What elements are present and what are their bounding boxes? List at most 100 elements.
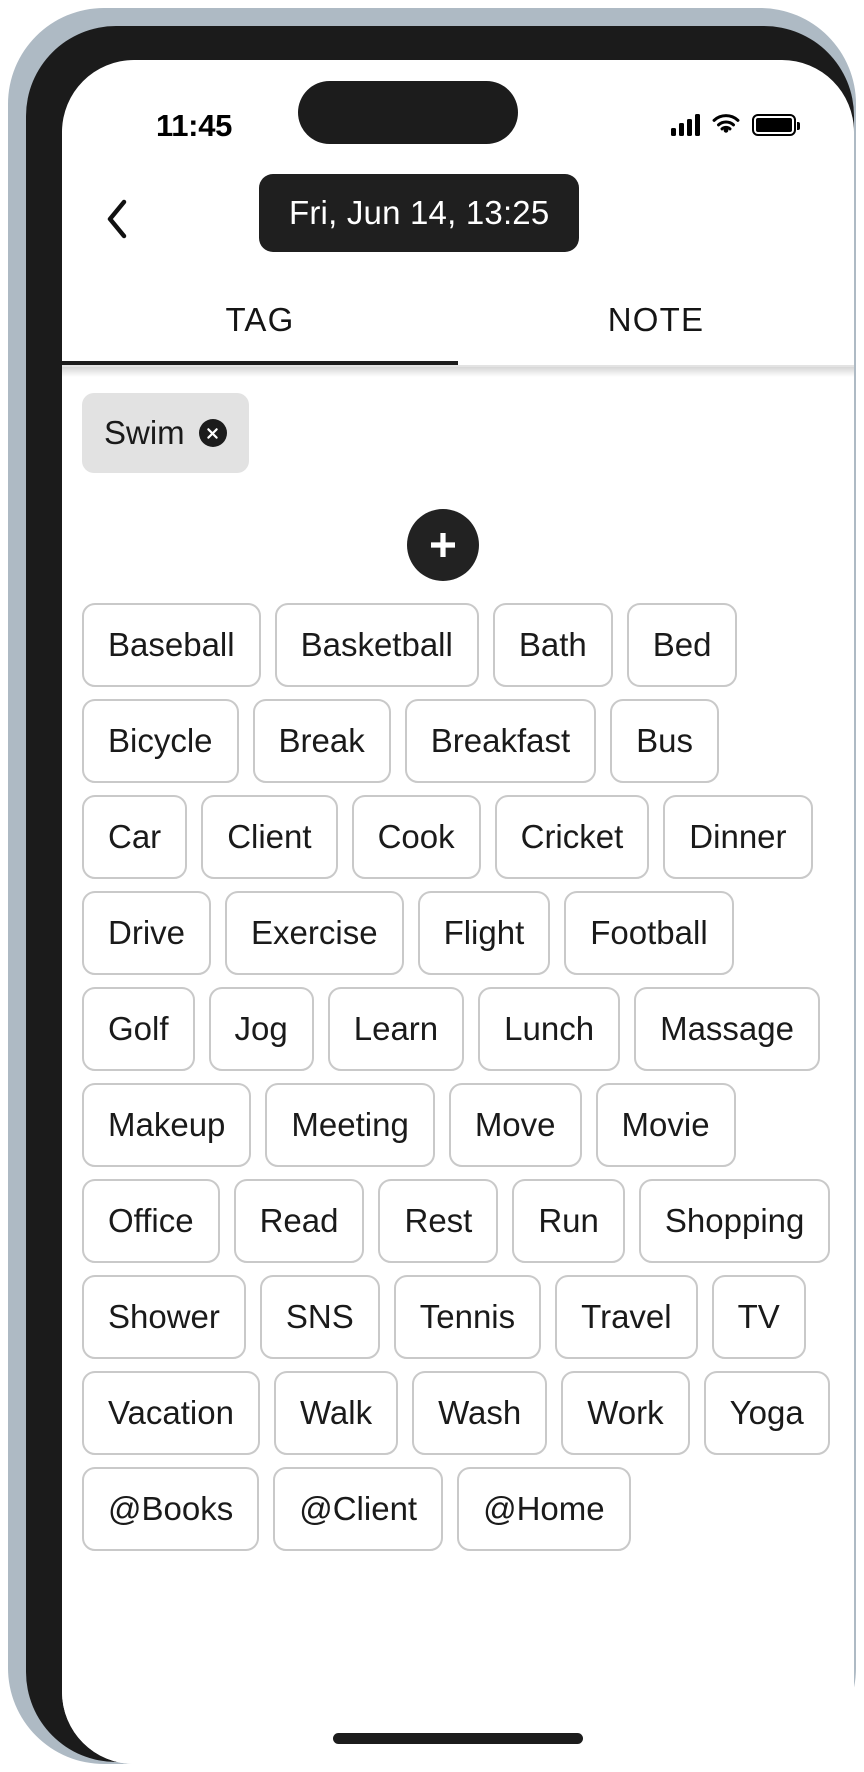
- plus-icon: [431, 533, 455, 557]
- tag-content-panel: Swim Baseball Basketball Bath Bed Bicycle Bre…: [62, 367, 854, 1764]
- tag-chip-label: Yoga: [729, 1394, 804, 1431]
- tag-chip[interactable]: Break: [252, 699, 391, 783]
- tag-chip[interactable]: Yoga: [703, 1371, 830, 1455]
- tag-chip-label: Movie: [621, 1106, 710, 1143]
- selected-tag-label: Swim: [104, 414, 185, 451]
- tag-chip[interactable]: Drive: [82, 891, 212, 975]
- tag-chip[interactable]: Baseball: [82, 603, 261, 687]
- tag-chip[interactable]: Walk: [273, 1371, 399, 1455]
- tag-chip-label: Meeting: [291, 1106, 409, 1143]
- nav-bar: Fri, Jun 14, 13:25: [62, 164, 854, 274]
- tag-chip-label: Travel: [581, 1298, 672, 1335]
- tag-chip-label: @Client: [299, 1490, 418, 1527]
- selected-tag-chip[interactable]: Swim: [82, 393, 249, 473]
- tag-chip[interactable]: Shopping: [638, 1179, 831, 1263]
- tag-chip[interactable]: @Home: [457, 1467, 631, 1551]
- tag-chip[interactable]: Bicycle: [82, 699, 239, 783]
- tag-chip-label: Cook: [377, 818, 455, 855]
- tag-chip-label: Bicycle: [108, 722, 213, 759]
- tag-chip-label: Run: [538, 1202, 599, 1239]
- tag-chip-label: Bed: [652, 626, 712, 663]
- tag-chip[interactable]: Makeup: [82, 1083, 252, 1167]
- tab-note[interactable]: NOTE: [458, 272, 854, 368]
- tag-chip-label: Jog: [234, 1010, 288, 1047]
- tag-chip[interactable]: Car: [82, 795, 188, 879]
- tag-chip[interactable]: @Client: [273, 1467, 444, 1551]
- tag-chip[interactable]: Client: [201, 795, 338, 879]
- tag-chip-label: TV: [737, 1298, 780, 1335]
- tag-chip-label: Work: [587, 1394, 664, 1431]
- tag-chip-label: Rest: [404, 1202, 473, 1239]
- tag-chip[interactable]: Office: [82, 1179, 220, 1263]
- available-tags-grid: Baseball Basketball Bath Bed Bicycle Break Bre…: [82, 603, 834, 1551]
- tag-chip-label: Walk: [299, 1394, 373, 1431]
- tag-chip-label: Tennis: [419, 1298, 516, 1335]
- selected-tags-row: Swim: [82, 393, 249, 473]
- tag-chip[interactable]: Travel: [555, 1275, 698, 1359]
- tag-chip[interactable]: Run: [512, 1179, 625, 1263]
- tag-chip[interactable]: Bus: [610, 699, 720, 783]
- tag-chip-label: Bus: [636, 722, 694, 759]
- tag-chip[interactable]: Move: [448, 1083, 582, 1167]
- tag-chip[interactable]: Dinner: [663, 795, 813, 879]
- close-circle-icon[interactable]: [198, 419, 227, 447]
- tag-chip-label: Football: [590, 914, 708, 951]
- phone-screen: 11:45 Fri, Jun 14, 13:25 TAG NOTE Swim B…: [62, 60, 854, 1764]
- add-tag-button[interactable]: [407, 509, 479, 581]
- tab-note-label: NOTE: [607, 301, 705, 338]
- tag-chip[interactable]: Football: [564, 891, 734, 975]
- tab-tag[interactable]: TAG: [62, 272, 458, 368]
- tag-chip[interactable]: Learn: [327, 987, 465, 1071]
- tag-chip[interactable]: Wash: [412, 1371, 548, 1455]
- tag-chip[interactable]: TV: [711, 1275, 806, 1359]
- tag-chip-label: SNS: [285, 1298, 354, 1335]
- tag-chip-label: Learn: [353, 1010, 439, 1047]
- tag-chip-label: Shopping: [664, 1202, 805, 1239]
- content-top-shadow: [62, 367, 854, 377]
- back-button[interactable]: [80, 182, 154, 256]
- tag-chip[interactable]: Bed: [626, 603, 738, 687]
- tag-chip[interactable]: Exercise: [225, 891, 404, 975]
- tab-bar: TAG NOTE: [62, 272, 854, 368]
- tag-chip-label: Vacation: [108, 1394, 234, 1431]
- tag-chip-label: Move: [474, 1106, 556, 1143]
- tab-tag-label: TAG: [225, 301, 295, 338]
- tag-chip[interactable]: Rest: [378, 1179, 499, 1263]
- tag-chip-label: Drive: [108, 914, 186, 951]
- tag-chip[interactable]: Work: [561, 1371, 690, 1455]
- tag-chip-label: Lunch: [504, 1010, 595, 1047]
- tag-chip[interactable]: Read: [233, 1179, 365, 1263]
- tag-chip-label: Baseball: [108, 626, 235, 663]
- tag-chip-label: Massage: [660, 1010, 794, 1047]
- tag-chip[interactable]: Movie: [595, 1083, 736, 1167]
- tag-chip[interactable]: SNS: [259, 1275, 380, 1359]
- tag-chip[interactable]: Breakfast: [404, 699, 597, 783]
- tag-chip[interactable]: Golf: [82, 987, 195, 1071]
- tag-chip[interactable]: Cook: [351, 795, 481, 879]
- tag-chip[interactable]: Massage: [634, 987, 820, 1071]
- tag-chip[interactable]: Cricket: [494, 795, 650, 879]
- tag-chip-label: Flight: [443, 914, 525, 951]
- tag-chip[interactable]: Meeting: [265, 1083, 435, 1167]
- battery-icon: [752, 114, 800, 136]
- tag-chip-label: Makeup: [108, 1106, 226, 1143]
- status-icons: [671, 110, 800, 136]
- tag-chip-label: Shower: [108, 1298, 220, 1335]
- tag-chip[interactable]: Lunch: [478, 987, 621, 1071]
- date-pill[interactable]: Fri, Jun 14, 13:25: [259, 174, 580, 252]
- tag-chip-label: Break: [278, 722, 365, 759]
- tag-chip[interactable]: Flight: [417, 891, 551, 975]
- tag-chip[interactable]: Bath: [492, 603, 613, 687]
- tag-chip[interactable]: @Books: [82, 1467, 260, 1551]
- tag-chip[interactable]: Shower: [82, 1275, 246, 1359]
- tag-chip[interactable]: Tennis: [393, 1275, 542, 1359]
- tag-chip-label: Breakfast: [430, 722, 571, 759]
- tag-chip[interactable]: Jog: [208, 987, 314, 1071]
- tag-chip[interactable]: Basketball: [274, 603, 479, 687]
- tag-chip[interactable]: Vacation: [82, 1371, 260, 1455]
- close-icon-glyph: [207, 427, 218, 439]
- tag-chip-label: Bath: [518, 626, 587, 663]
- tag-chip-label: Cricket: [520, 818, 624, 855]
- home-indicator[interactable]: [333, 1733, 583, 1744]
- chevron-left-icon: [107, 199, 127, 239]
